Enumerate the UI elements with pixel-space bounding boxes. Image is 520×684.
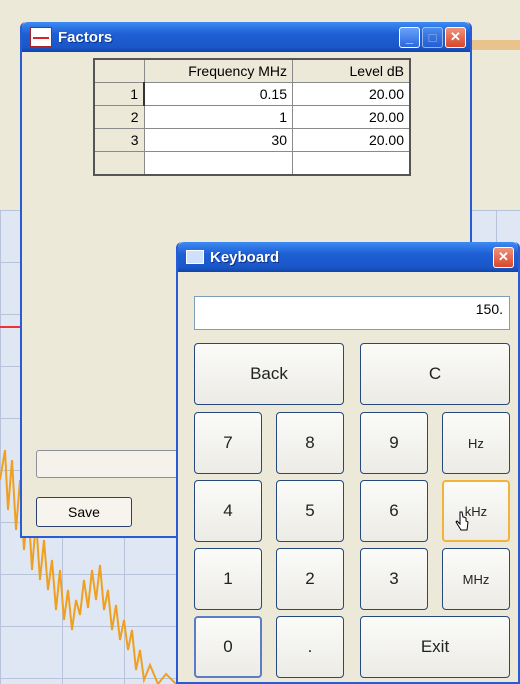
keyboard-icon bbox=[186, 250, 204, 264]
frequency-cell[interactable] bbox=[143, 151, 293, 176]
table-row[interactable]: 3 30 20.00 bbox=[93, 128, 411, 152]
table-header-level: Level dB bbox=[292, 58, 411, 83]
row-index bbox=[93, 151, 145, 176]
hz-key[interactable]: Hz bbox=[442, 412, 510, 474]
decimal-key[interactable]: . bbox=[276, 616, 344, 678]
row-index: 3 bbox=[93, 128, 145, 152]
back-key[interactable]: Back bbox=[194, 343, 344, 405]
key-6[interactable]: 6 bbox=[360, 480, 428, 542]
level-cell[interactable]: 20.00 bbox=[292, 128, 411, 152]
close-button[interactable]: ✕ bbox=[445, 26, 466, 48]
level-cell[interactable]: 20.00 bbox=[292, 82, 411, 106]
keyboard-title: Keyboard bbox=[210, 248, 280, 266]
save-button[interactable]: Save bbox=[36, 497, 132, 527]
table-header-index bbox=[93, 58, 145, 83]
clear-key[interactable]: C bbox=[360, 343, 510, 405]
frequency-cell[interactable]: 30 bbox=[143, 128, 293, 152]
key-0[interactable]: 0 bbox=[194, 616, 262, 678]
table-header-frequency: Frequency MHz bbox=[143, 58, 293, 83]
background-strip bbox=[470, 40, 520, 50]
row-index: 2 bbox=[93, 105, 145, 129]
key-1[interactable]: 1 bbox=[194, 548, 262, 610]
key-9[interactable]: 9 bbox=[360, 412, 428, 474]
frequency-cell[interactable]: 1 bbox=[143, 105, 293, 129]
exit-key[interactable]: Exit bbox=[360, 616, 510, 678]
table-header-row: Frequency MHz Level dB bbox=[93, 58, 411, 83]
key-8[interactable]: 8 bbox=[276, 412, 344, 474]
table-row[interactable]: 1 0.15 20.00 bbox=[93, 82, 411, 106]
table-row[interactable]: 2 1 20.00 bbox=[93, 105, 411, 129]
mhz-key[interactable]: MHz bbox=[442, 548, 510, 610]
level-cell[interactable] bbox=[292, 151, 411, 176]
factors-table: Frequency MHz Level dB 1 0.15 20.00 2 1 … bbox=[93, 58, 411, 176]
factors-titlebar[interactable]: Factors _ □ ✕ bbox=[22, 22, 470, 52]
table-row-empty[interactable] bbox=[93, 151, 411, 176]
pointer-cursor-icon bbox=[455, 511, 469, 531]
keyboard-titlebar[interactable]: Keyboard ✕ bbox=[178, 242, 518, 272]
maximize-button[interactable]: □ bbox=[422, 26, 443, 48]
key-3[interactable]: 3 bbox=[360, 548, 428, 610]
factors-title: Factors bbox=[58, 28, 113, 46]
factors-app-icon bbox=[30, 27, 52, 47]
minimize-button[interactable]: _ bbox=[399, 26, 420, 48]
keyboard-window: Keyboard ✕ 150. Back C 7 8 9 Hz 4 5 6 kH… bbox=[176, 242, 520, 684]
status-field bbox=[36, 450, 188, 478]
keyboard-close-button[interactable]: ✕ bbox=[493, 246, 514, 268]
khz-key[interactable]: kHz bbox=[442, 480, 510, 542]
frequency-cell[interactable]: 0.15 bbox=[143, 82, 293, 106]
row-index: 1 bbox=[93, 82, 145, 106]
key-2[interactable]: 2 bbox=[276, 548, 344, 610]
level-cell[interactable]: 20.00 bbox=[292, 105, 411, 129]
key-7[interactable]: 7 bbox=[194, 412, 262, 474]
key-5[interactable]: 5 bbox=[276, 480, 344, 542]
key-4[interactable]: 4 bbox=[194, 480, 262, 542]
keyboard-display: 150. bbox=[194, 296, 510, 330]
